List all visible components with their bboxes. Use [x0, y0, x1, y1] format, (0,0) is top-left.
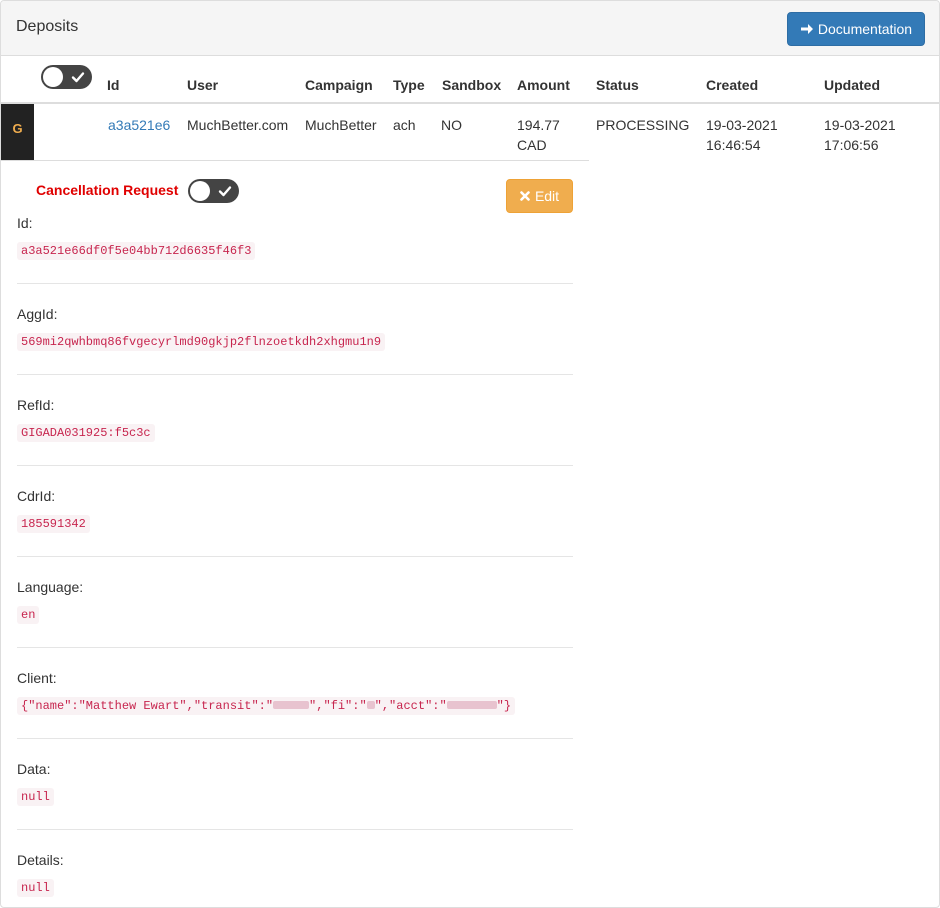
column-header-created[interactable]: Created: [706, 77, 758, 93]
field-language: Language: en: [17, 577, 573, 624]
row-brand-marker: G: [1, 104, 34, 160]
field-divider: [17, 374, 573, 375]
cancellation-request-label: Cancellation Request: [36, 182, 179, 198]
cancellation-request-toggle[interactable]: [188, 179, 239, 203]
field-divider: [17, 829, 573, 830]
panel-heading: Deposits Documentation: [1, 1, 939, 56]
field-agg-id: AggId: 569mi2qwhbmq86fvgecyrlmd90gkjp2fl…: [17, 304, 573, 351]
toggle-knob: [190, 181, 210, 201]
column-header-type[interactable]: Type: [393, 77, 425, 93]
table-cell-sandbox: NO: [441, 117, 462, 133]
field-label: Language:: [17, 579, 84, 595]
created-date: 19-03-2021: [706, 117, 778, 133]
field-divider: [17, 647, 573, 648]
column-header-status[interactable]: Status: [596, 77, 639, 93]
field-ref-id: RefId: GIGADA031925:f5c3c: [17, 395, 573, 442]
client-json-part: ","fi":": [309, 699, 367, 713]
client-json-part: {"name":"Matthew Ewart","transit":": [21, 699, 274, 713]
table-cell-id: a3a521e6: [108, 115, 170, 135]
documentation-button[interactable]: Documentation: [787, 12, 925, 46]
field-value: en: [17, 606, 40, 624]
table-cell-status: PROCESSING: [596, 117, 690, 133]
field-value: null: [17, 879, 54, 897]
field-value: GIGADA031925:f5c3c: [17, 424, 155, 442]
field-value-client: {"name":"Matthew Ewart","transit":" ","fi…: [17, 697, 516, 715]
deposits-panel: Deposits Documentation Id User Campaign …: [0, 0, 940, 908]
field-divider: [17, 738, 573, 739]
header-divider: [1, 102, 939, 104]
field-divider: [17, 283, 573, 284]
field-label: Client:: [17, 670, 57, 686]
row-divider: [1, 160, 589, 161]
deposit-id-link[interactable]: a3a521e6: [108, 117, 170, 133]
table-cell-type: ach: [393, 117, 416, 133]
amount-value: 194.77: [517, 117, 560, 133]
field-label: Details:: [17, 852, 64, 868]
table-cell-campaign: MuchBetter: [305, 117, 377, 133]
field-value: 569mi2qwhbmq86fvgecyrlmd90gkjp2flnzoetkd…: [17, 333, 386, 351]
amount-currency: CAD: [517, 137, 547, 153]
documentation-button-label: Documentation: [817, 21, 913, 37]
table-cell-updated: 19-03-2021 17:06:56: [824, 115, 896, 155]
created-time: 16:46:54: [706, 137, 761, 153]
column-header-amount[interactable]: Amount: [517, 77, 570, 93]
table-cell-created: 19-03-2021 16:46:54: [706, 115, 778, 155]
redacted-acct: [446, 700, 497, 709]
redacted-fi: [366, 700, 375, 709]
field-client: Client: {"name":"Matthew Ewart","transit…: [17, 668, 573, 715]
check-icon: [71, 72, 85, 83]
field-label: RefId:: [17, 397, 55, 413]
table-cell-amount: 194.77 CAD: [517, 115, 560, 155]
updated-date: 19-03-2021: [824, 117, 896, 133]
arrow-right-icon: [800, 24, 813, 34]
column-header-updated[interactable]: Updated: [824, 77, 880, 93]
column-header-user[interactable]: User: [187, 77, 218, 93]
updated-time: 17:06:56: [824, 137, 879, 153]
field-id: Id: a3a521e66df0f5e04bb712d6635f46f3: [17, 213, 573, 260]
field-divider: [17, 465, 573, 466]
field-details: Details: null: [17, 850, 573, 897]
toggle-knob: [43, 67, 63, 87]
redacted-transit: [273, 700, 310, 709]
client-json-part: "}: [496, 699, 512, 713]
client-json-part: ","acct":": [374, 699, 447, 713]
field-value: 185591342: [17, 515, 90, 533]
field-data: Data: null: [17, 759, 573, 806]
field-label: AggId:: [17, 306, 58, 322]
edit-button-label: Edit: [534, 188, 560, 204]
field-label: CdrId:: [17, 488, 56, 504]
close-icon: [520, 191, 530, 201]
field-label: Data:: [17, 761, 51, 777]
column-header-campaign[interactable]: Campaign: [305, 77, 373, 93]
field-label: Id:: [17, 215, 33, 231]
check-icon: [218, 186, 232, 197]
page-title: Deposits: [16, 18, 79, 35]
field-cdr-id: CdrId: 185591342: [17, 486, 573, 533]
select-all-toggle[interactable]: [41, 65, 92, 89]
table-cell-user: MuchBetter.com: [187, 117, 289, 133]
field-divider: [17, 556, 573, 557]
column-header-sandbox[interactable]: Sandbox: [442, 77, 501, 93]
column-header-id[interactable]: Id: [107, 77, 119, 93]
edit-button[interactable]: Edit: [506, 179, 573, 213]
field-value: a3a521e66df0f5e04bb712d6635f46f3: [17, 242, 256, 260]
field-value: null: [17, 788, 54, 806]
